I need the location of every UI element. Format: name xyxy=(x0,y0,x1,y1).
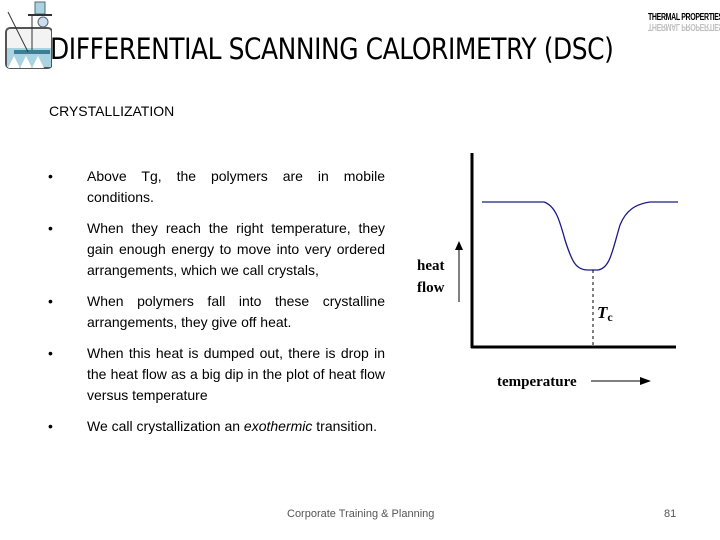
heat-flow-curve xyxy=(482,201,678,271)
tc-label: Tc xyxy=(597,303,613,324)
y-label-flow: flow xyxy=(417,280,445,296)
right-arrow-head xyxy=(640,377,651,385)
x-label: temperature xyxy=(497,374,577,390)
dsc-crystallization-diagram: heat flow Tc temperature xyxy=(417,153,678,390)
page-number: 81 xyxy=(664,508,677,520)
up-arrow-head xyxy=(455,241,463,250)
footer-text: Corporate Training & Planning xyxy=(287,508,435,520)
y-label-heat: heat xyxy=(417,258,445,274)
slide: THERMAL PROPERTIES THERMAL PROPERTIES DI… xyxy=(0,0,720,540)
